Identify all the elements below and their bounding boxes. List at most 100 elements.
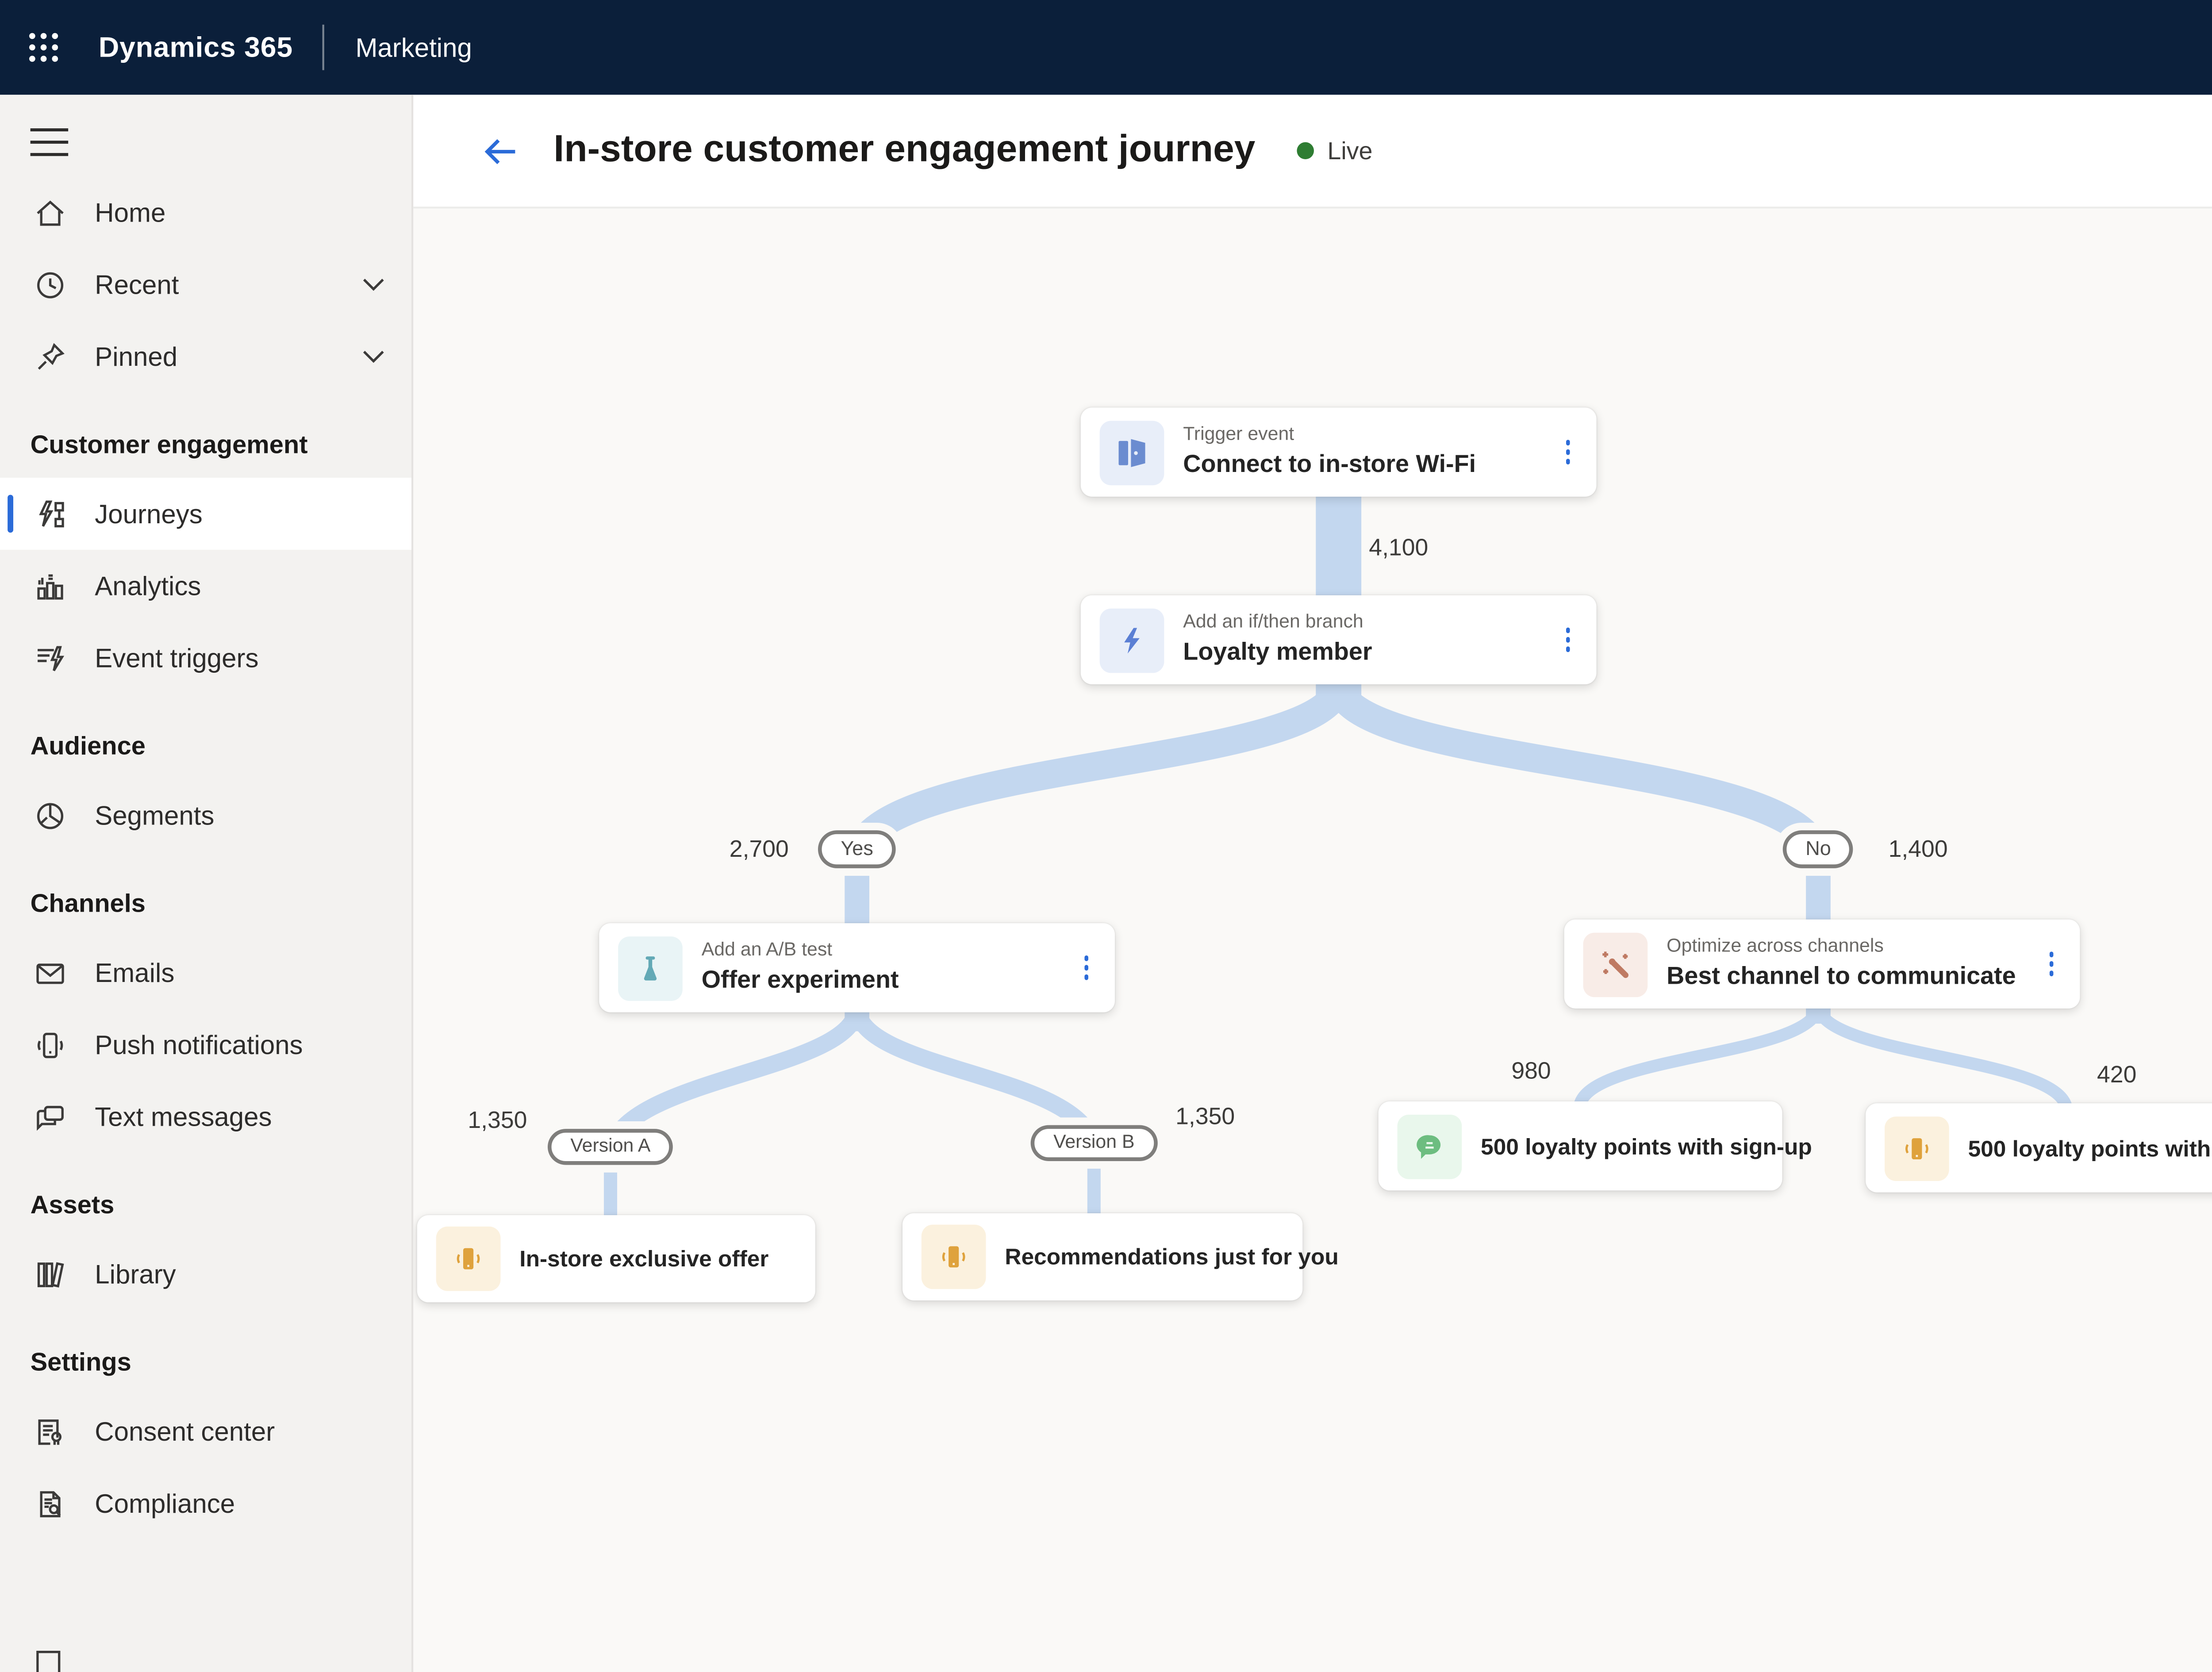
more-options-icon[interactable] xyxy=(1558,433,1578,472)
sidebar-item-label: Pinned xyxy=(95,341,178,372)
chevron-down-icon[interactable] xyxy=(362,349,385,364)
journey-canvas[interactable]: Trigger event Connect to in-store Wi-Fi … xyxy=(413,208,2212,1672)
node-title: 500 loyalty points with sign-up xyxy=(1968,1135,2212,1161)
journeys-icon xyxy=(31,495,69,533)
sidebar-item-label: Journeys xyxy=(95,499,203,529)
sidebar-item-label: Event triggers xyxy=(95,642,259,673)
node-loyalty-push[interactable]: 500 loyalty points with sign-up xyxy=(1866,1103,2212,1193)
sidebar-item-push-notifications[interactable]: Push notifications xyxy=(0,1009,411,1081)
more-options-icon[interactable] xyxy=(2041,944,2061,983)
branch-pill-no[interactable]: No xyxy=(1782,830,1854,868)
clock-icon xyxy=(31,265,69,303)
analytics-icon xyxy=(31,567,69,605)
more-options-icon[interactable] xyxy=(1558,621,1578,660)
push-notification-icon xyxy=(31,1026,69,1064)
node-title: Best channel to communicate xyxy=(1667,961,2016,990)
edge-count-label: 420 xyxy=(2097,1062,2137,1088)
sidebar-item-label: Recent xyxy=(95,269,179,300)
top-navigation-bar: Dynamics 365 Marketing xyxy=(0,0,2212,95)
chat-message-icon xyxy=(1397,1113,1462,1178)
trigger-door-icon xyxy=(1099,420,1164,484)
sidebar-item-emails[interactable]: Emails xyxy=(0,936,411,1009)
status-badge: Live xyxy=(1297,137,1373,165)
sidebar-item-label: Library xyxy=(95,1258,176,1289)
sidebar-group-header: Customer engagement xyxy=(30,430,308,459)
sidebar-item-pinned[interactable]: Pinned xyxy=(0,320,411,392)
chevron-down-icon[interactable] xyxy=(362,277,385,292)
node-trigger[interactable]: Trigger event Connect to in-store Wi-Fi xyxy=(1080,407,1597,497)
push-message-icon xyxy=(436,1226,501,1291)
sidebar-item-label: Compliance xyxy=(95,1488,235,1519)
sidebar-group-header: Settings xyxy=(30,1348,131,1377)
sidebar-item-label: Analytics xyxy=(95,571,201,601)
sidebar-item-home[interactable]: Home xyxy=(0,176,411,249)
node-title: Connect to in-store Wi-Fi xyxy=(1183,449,1476,478)
sidebar-group-header: Channels xyxy=(30,889,146,918)
hamburger-menu-icon[interactable] xyxy=(30,127,69,157)
push-message-icon xyxy=(921,1224,986,1289)
push-message-icon xyxy=(1885,1116,1949,1180)
node-kind: Trigger event xyxy=(1183,425,1294,446)
home-icon xyxy=(31,193,69,231)
node-kind: Optimize across channels xyxy=(1667,936,1884,958)
live-dot-icon xyxy=(1297,142,1314,159)
branch-pill-yes[interactable]: Yes xyxy=(818,830,896,868)
sidebar-item-label: Home xyxy=(95,197,166,228)
sidebar-item-journeys[interactable]: Journeys xyxy=(0,478,411,550)
edge-count-label: 1,350 xyxy=(468,1107,527,1134)
sidebar-group-header: Assets xyxy=(30,1190,115,1219)
sidebar-item-recent[interactable]: Recent xyxy=(0,248,411,320)
email-icon xyxy=(31,954,69,992)
sidebar-item-consent-center[interactable]: Consent center xyxy=(0,1395,411,1467)
node-ifthen[interactable]: Add an if/then branch Loyalty member xyxy=(1080,595,1597,685)
library-icon xyxy=(31,1255,69,1293)
event-triggers-icon xyxy=(31,639,69,677)
sidebar-item-label: Segments xyxy=(95,800,215,831)
page-header: In-store customer engagement journey Liv… xyxy=(413,95,2212,209)
edge-count-label: 1,400 xyxy=(1888,836,1948,863)
edge-count-label: 1,350 xyxy=(1175,1103,1235,1130)
node-recommendations[interactable]: Recommendations just for you xyxy=(902,1213,1339,1300)
more-options-icon[interactable] xyxy=(1076,948,1096,987)
node-title: Offer experiment xyxy=(701,965,899,993)
ifthen-bolt-icon xyxy=(1099,607,1164,672)
node-kind: Add an if/then branch xyxy=(1183,612,1363,633)
app-area-label: Marketing xyxy=(355,32,472,63)
live-label: Live xyxy=(1327,136,1373,165)
page-title: In-store customer engagement journey xyxy=(553,129,1256,171)
sidebar-item-event-triggers[interactable]: Event triggers xyxy=(0,622,411,694)
sidebar-item-label: Text messages xyxy=(95,1101,272,1132)
branch-pill-version-a[interactable]: Version A xyxy=(548,1129,673,1165)
edge-count-label: 980 xyxy=(1511,1058,1551,1085)
sidebar-item-segments[interactable]: Segments xyxy=(0,779,411,851)
segments-icon xyxy=(31,796,69,834)
edge-count-label: 4,100 xyxy=(1369,534,1429,561)
sidebar-item-analytics[interactable]: Analytics xyxy=(0,550,411,622)
node-abtest[interactable]: Add an A/B test Offer experiment xyxy=(599,923,1115,1012)
node-title: 500 loyalty points with sign-up xyxy=(1481,1132,1812,1159)
app-title: Dynamics 365 xyxy=(98,31,293,64)
branch-pill-version-b[interactable]: Version B xyxy=(1030,1125,1158,1161)
sidebar-item-compliance[interactable]: Compliance xyxy=(0,1467,411,1539)
edge-count-label: 2,700 xyxy=(729,836,789,863)
node-title: In-store exclusive offer xyxy=(519,1245,769,1272)
node-title: Recommendations just for you xyxy=(1005,1243,1339,1270)
pin-icon xyxy=(31,337,69,376)
back-arrow-icon[interactable] xyxy=(478,128,523,173)
waffle-menu-icon[interactable] xyxy=(23,27,64,68)
sidebar-item-label: Emails xyxy=(95,957,175,988)
app-window: Dynamics 365 Marketing Home Recent Pinne… xyxy=(0,0,2212,1672)
sidebar-nav: Home Recent Pinned Customer engagement J… xyxy=(0,95,414,1672)
sidebar-item-library[interactable]: Library xyxy=(0,1238,411,1310)
node-instore-offer[interactable]: In-store exclusive offer xyxy=(417,1215,815,1303)
node-loyalty-sms[interactable]: 500 loyalty points with sign-up xyxy=(1378,1101,1812,1191)
compliance-icon xyxy=(31,1484,69,1522)
abtest-flask-icon xyxy=(618,936,683,1000)
sidebar-item-text-messages[interactable]: Text messages xyxy=(0,1081,411,1153)
text-messages-icon xyxy=(31,1097,69,1135)
sidebar-item-label: Consent center xyxy=(95,1416,275,1446)
topbar-divider xyxy=(323,24,325,70)
optimize-wand-icon xyxy=(1583,932,1648,997)
sidebar-item-cutoff[interactable] xyxy=(31,1645,93,1672)
node-optimize[interactable]: Optimize across channels Best channel to… xyxy=(1564,919,2080,1009)
